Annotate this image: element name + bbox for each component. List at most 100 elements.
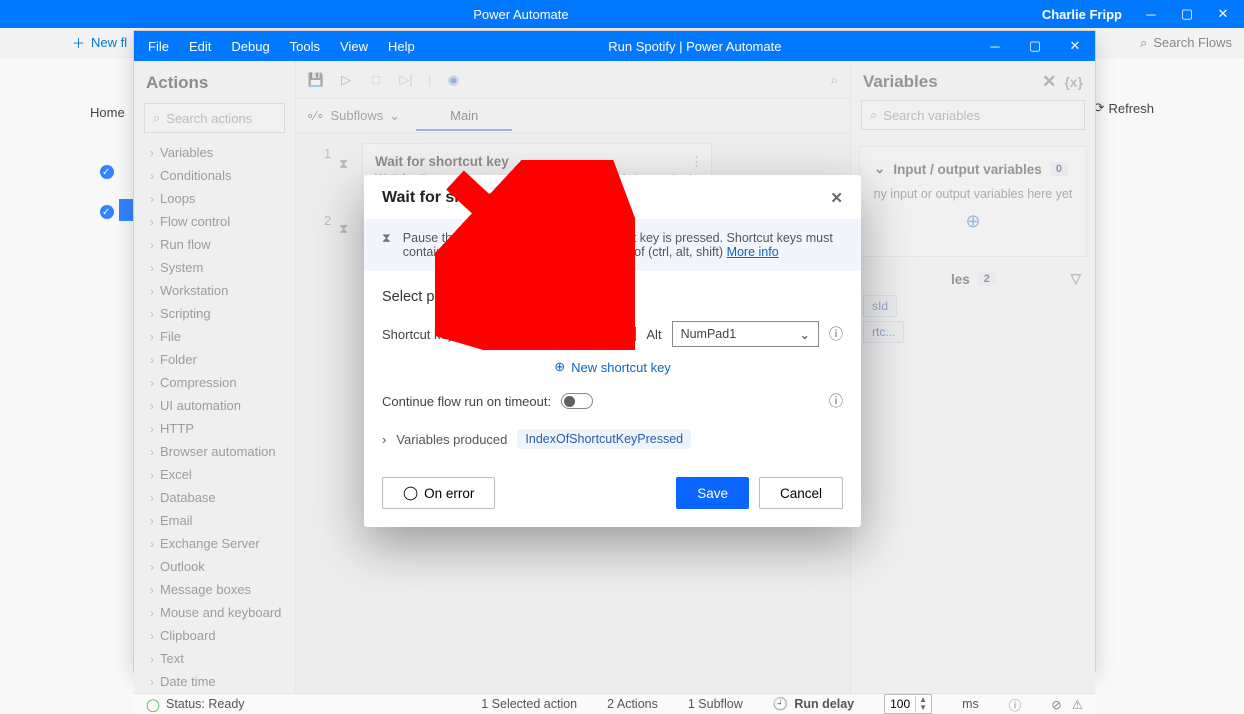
braces-icon[interactable]: {x}	[1064, 74, 1083, 90]
subflow-icon: ∘⁄∘	[306, 108, 324, 124]
actions-panel: Actions ⌕Search actions Variables Condit…	[134, 61, 296, 693]
add-io-variable-icon[interactable]: ⊕	[870, 211, 1076, 232]
run-icon[interactable]: ▷	[338, 72, 354, 88]
warnings-icon[interactable]: ⚠	[1072, 697, 1083, 712]
continue-toggle[interactable]	[561, 393, 593, 409]
hourglass-icon: ⧗	[339, 156, 348, 172]
variable-chip[interactable]: sId	[863, 295, 897, 317]
record-icon[interactable]: ◉	[445, 72, 461, 88]
variables-search[interactable]: ⌕Search variables	[861, 100, 1085, 130]
actions-list[interactable]: Variables Conditionals Loops Flow contro…	[134, 141, 295, 693]
home-link[interactable]: Home	[90, 105, 125, 120]
refresh-button[interactable]: ⟳Refresh	[1094, 100, 1154, 116]
continue-label: Continue flow run on timeout:	[382, 394, 551, 409]
run-delay-spinner[interactable]: ▲▼	[884, 694, 932, 714]
action-category[interactable]: System	[134, 256, 295, 279]
step-icon[interactable]: ▷|	[398, 72, 414, 88]
close-icon[interactable]: ✕	[1214, 5, 1232, 23]
modal-footer: ◯On error Save Cancel	[364, 461, 861, 527]
app-titlebar: Power Automate Charlie Fripp ─ ▢ ✕	[0, 0, 1244, 28]
cancel-button[interactable]: Cancel	[759, 477, 843, 509]
variable-produced-pill[interactable]: IndexOfShortcutKeyPressed	[517, 429, 691, 449]
errors-icon[interactable]: ⊘	[1051, 697, 1061, 712]
spinner-up-icon[interactable]: ▲	[919, 696, 927, 704]
variables-produced-row[interactable]: › Variables produced IndexOfShortcutKeyP…	[364, 417, 861, 461]
window-buttons: ─ ▢ ✕	[1142, 5, 1232, 23]
app-user[interactable]: Charlie Fripp	[1042, 7, 1122, 22]
chevron-down-icon[interactable]: ⌄	[874, 161, 885, 177]
status-bar: ◯Status: Ready 1 Selected action 2 Actio…	[134, 693, 1095, 714]
editor-minimize-icon[interactable]: ─	[975, 31, 1015, 61]
shield-icon: ◯	[403, 485, 418, 501]
action-category[interactable]: Run flow	[134, 233, 295, 256]
ms-label: ms	[962, 697, 979, 711]
subflows-dropdown[interactable]: ∘⁄∘Subflows⌄	[306, 108, 400, 124]
search-icon: ⌕	[1140, 35, 1147, 51]
tab-main[interactable]: Main	[416, 100, 512, 131]
action-category[interactable]: Folder	[134, 348, 295, 371]
actions-search[interactable]: ⌕Search actions	[144, 103, 285, 133]
new-shortcut-button[interactable]: ⊕New shortcut key	[364, 353, 861, 385]
action-category[interactable]: Date time	[134, 670, 295, 693]
clock-icon: 🕘	[773, 697, 789, 712]
status-selected: 1 Selected action	[481, 697, 577, 711]
action-category[interactable]: Conditionals	[134, 164, 295, 187]
editor-close-icon[interactable]: ✕	[1055, 31, 1095, 61]
info-icon[interactable]: ⓘ	[829, 391, 843, 411]
action-category[interactable]: Exchange Server	[134, 532, 295, 555]
menu-file[interactable]: File	[148, 39, 169, 54]
action-category[interactable]: Outlook	[134, 555, 295, 578]
action-category[interactable]: Text	[134, 647, 295, 670]
save-icon[interactable]: 💾	[308, 72, 324, 88]
action-category[interactable]: Clipboard	[134, 624, 295, 647]
info-icon[interactable]: ⓘ	[1009, 695, 1022, 714]
action-category[interactable]: Variables	[134, 141, 295, 164]
hourglass-icon: ⧗	[339, 221, 348, 237]
action-category[interactable]: File	[134, 325, 295, 348]
action-category[interactable]: Mouse and keyboard	[134, 601, 295, 624]
info-icon[interactable]: ⓘ	[829, 324, 843, 344]
maximize-icon[interactable]: ▢	[1178, 5, 1196, 23]
variable-chip[interactable]: rtc...	[863, 321, 904, 343]
shift-checkbox[interactable]	[564, 327, 577, 341]
action-category[interactable]: Email	[134, 509, 295, 532]
action-category[interactable]: Loops	[134, 187, 295, 210]
stop-icon[interactable]: □	[368, 72, 384, 88]
minimize-icon[interactable]: ─	[1142, 5, 1160, 23]
menu-edit[interactable]: Edit	[189, 39, 211, 54]
step-number: 1	[324, 146, 331, 161]
ctrl-checkbox[interactable]	[510, 327, 523, 341]
menu-view[interactable]: View	[340, 39, 368, 54]
menu-debug[interactable]: Debug	[231, 39, 269, 54]
action-category[interactable]: Flow control	[134, 210, 295, 233]
action-category[interactable]: Message boxes	[134, 578, 295, 601]
new-flow-button[interactable]: ＋ New fl	[72, 33, 127, 52]
more-info-link[interactable]: More info	[727, 245, 779, 259]
alt-checkbox[interactable]	[623, 327, 636, 341]
close-panel-icon[interactable]: ✕	[1042, 72, 1056, 92]
step-more-icon[interactable]: ⋮	[690, 154, 703, 170]
canvas-search-icon[interactable]: ⌕	[831, 72, 838, 88]
save-button[interactable]: Save	[676, 477, 749, 509]
flow-check-icon	[100, 165, 114, 179]
action-category[interactable]: Browser automation	[134, 440, 295, 463]
menu-tools[interactable]: Tools	[290, 39, 320, 54]
action-category[interactable]: Compression	[134, 371, 295, 394]
action-category[interactable]: Excel	[134, 463, 295, 486]
action-category[interactable]: Scripting	[134, 302, 295, 325]
spinner-down-icon[interactable]: ▼	[919, 704, 927, 712]
action-category[interactable]: HTTP	[134, 417, 295, 440]
filter-icon[interactable]: ▽	[1071, 271, 1081, 287]
action-category[interactable]: UI automation	[134, 394, 295, 417]
key-select[interactable]: NumPad1⌄	[672, 321, 819, 347]
run-delay-input[interactable]	[885, 697, 915, 711]
search-flows[interactable]: ⌕Search Flows	[1140, 35, 1232, 51]
editor-maximize-icon[interactable]: ▢	[1015, 31, 1055, 61]
action-category[interactable]: Database	[134, 486, 295, 509]
action-category[interactable]: Workstation	[134, 279, 295, 302]
menu-help[interactable]: Help	[388, 39, 415, 54]
modal-close-icon[interactable]: ✕	[830, 189, 843, 207]
shortcut-row: Shortcut key #1 Ctrl Shift Alt NumPad1⌄ …	[364, 315, 861, 353]
on-error-button[interactable]: ◯On error	[382, 477, 495, 509]
flow-selected-item[interactable]	[119, 199, 133, 221]
